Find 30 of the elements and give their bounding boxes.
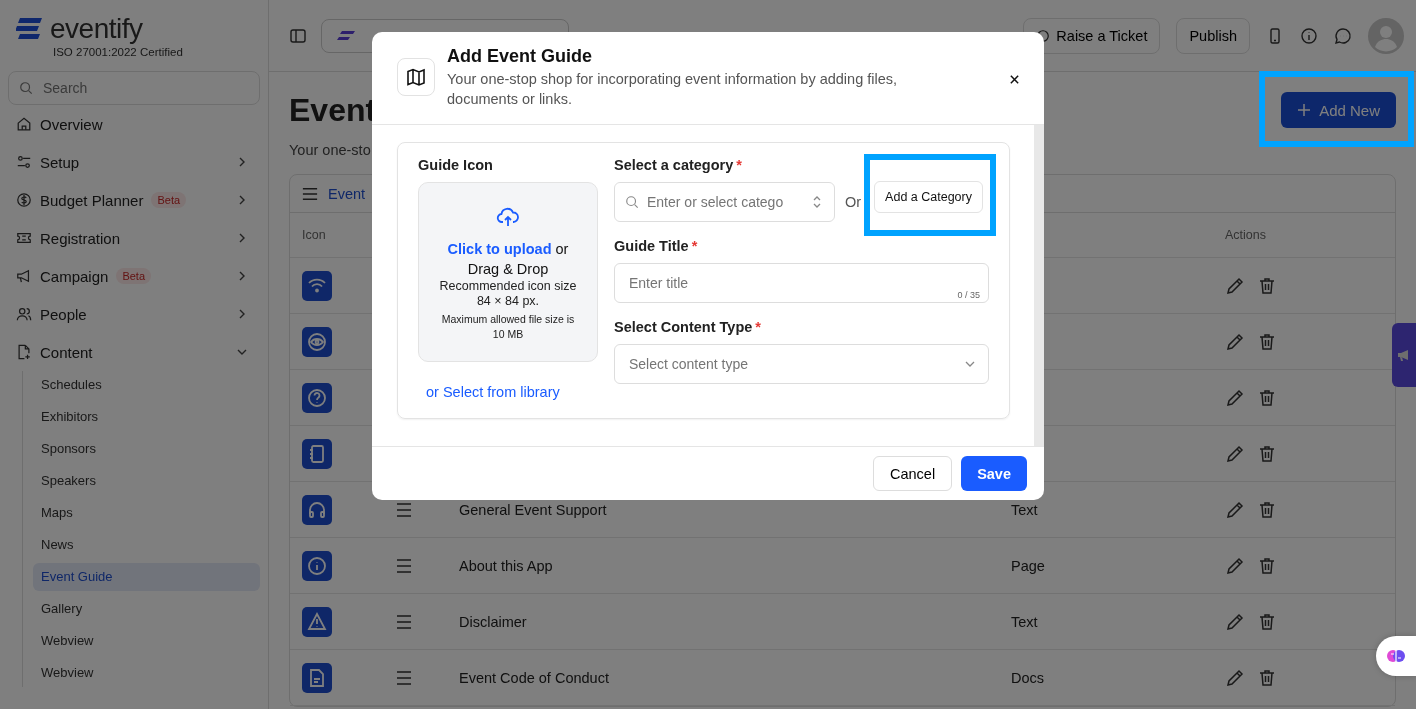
table-cell: About this App	[459, 557, 553, 574]
table-cell: Page	[1011, 557, 1045, 574]
page-subtitle: Your one-sto	[289, 142, 372, 158]
column-header: Actions	[1225, 228, 1267, 242]
brand-name: eventify	[50, 13, 143, 45]
dialog-subtitle: Your one-stop shop for incorporating event information by adding files, documents or links.	[447, 70, 899, 109]
required-mark: *	[755, 319, 761, 335]
column-header: Icon	[301, 228, 327, 242]
beta-badge: Beta	[116, 268, 151, 284]
field-label: Guide Title *	[614, 238, 699, 256]
size-hint: Recommended icon size 84 × 84 px.	[438, 279, 578, 309]
field-label: Select Content Type *	[614, 319, 762, 337]
field-label: Guide Icon	[418, 157, 494, 175]
upload-instructions: Click to upload or Drag & Drop	[446, 240, 570, 279]
page-title: Event	[289, 92, 377, 128]
file-size-hint: Maximum allowed file size is 10 MB	[440, 312, 576, 342]
field-label: Select a category *	[614, 157, 743, 175]
table-cell: Text	[1011, 613, 1038, 630]
table-cell: General Event Support	[459, 501, 607, 518]
table-cell: Event Code of Conduct	[459, 669, 609, 686]
required-mark: *	[736, 157, 742, 173]
required-mark: *	[691, 238, 698, 254]
table-cell: Disclaimer	[459, 613, 527, 630]
or-text: Or	[845, 194, 862, 210]
dialog-title: Add Event Guide	[447, 46, 593, 67]
table-cell: Docs	[1011, 669, 1045, 686]
certification-text: ISO 27001:2022 Certified	[52, 46, 184, 58]
table-cell: Text	[1011, 501, 1038, 518]
beta-badge: Beta	[151, 192, 187, 208]
character-counter: 0 / 35	[957, 290, 980, 300]
